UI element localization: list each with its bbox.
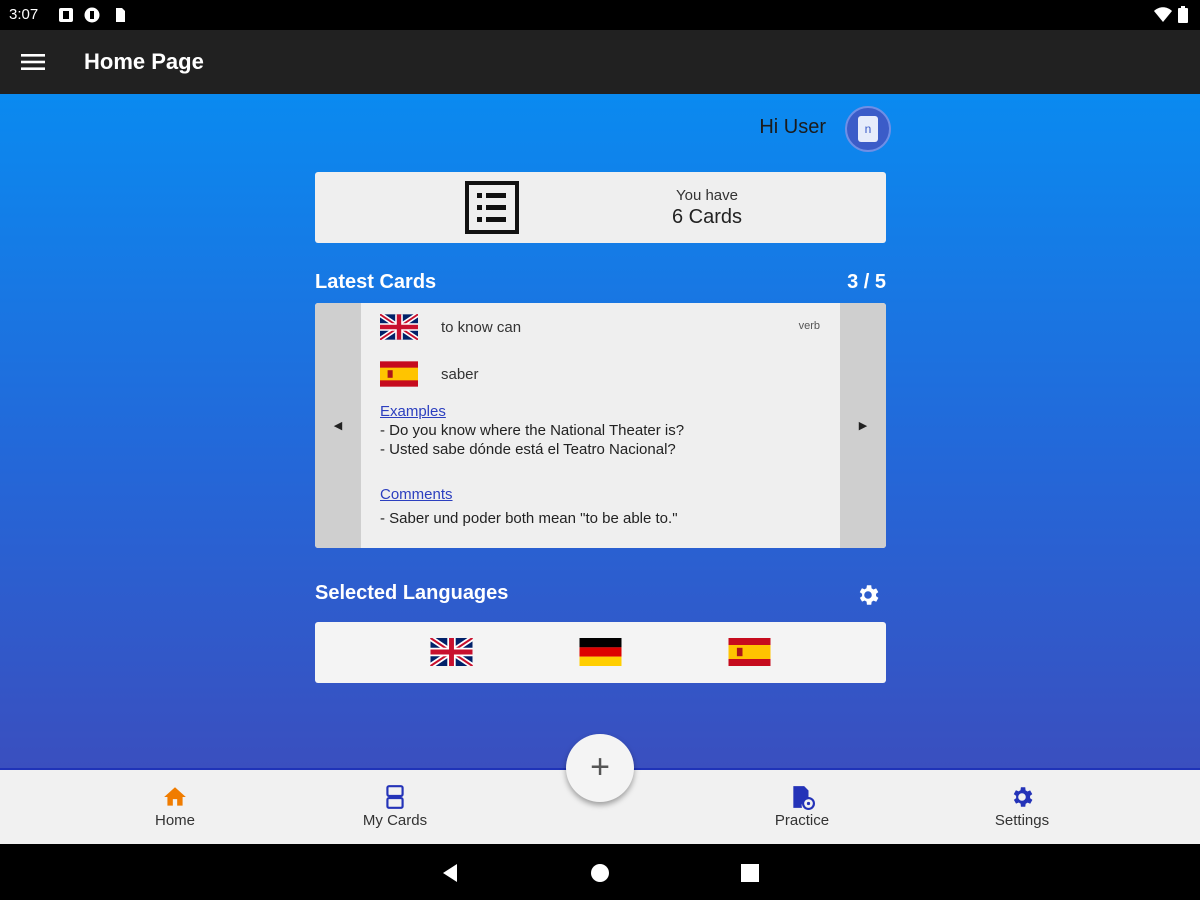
- add-card-button[interactable]: +: [566, 734, 634, 802]
- system-navigation-bar: [0, 844, 1200, 900]
- cards-icon: [386, 785, 404, 809]
- next-card-button[interactable]: ▶: [840, 303, 886, 548]
- latest-cards-page-indicator: 3 / 5: [847, 271, 886, 293]
- target-word-row: saber: [380, 361, 479, 387]
- gear-icon: [1013, 787, 1033, 807]
- main-content: Hi User n You have 6 Cards Latest Cards …: [0, 94, 1200, 768]
- status-bar: 3:07: [0, 0, 1200, 30]
- notification-icon: [59, 8, 73, 22]
- germany-flag-icon[interactable]: [579, 638, 622, 666]
- nav-home[interactable]: Home: [115, 784, 235, 829]
- practice-icon: [793, 786, 815, 810]
- user-greeting: Hi User: [759, 116, 826, 138]
- latest-cards-title: Latest Cards: [315, 271, 437, 293]
- sd-card-icon: [116, 8, 125, 22]
- spain-flag-icon[interactable]: [728, 638, 771, 666]
- previous-card-button[interactable]: ◀: [315, 303, 361, 548]
- nav-settings-label: Settings: [994, 812, 1050, 829]
- hamburger-menu-icon[interactable]: [20, 49, 46, 75]
- examples-label: Examples: [380, 403, 446, 420]
- nav-my-cards[interactable]: My Cards: [335, 784, 455, 829]
- status-time: 3:07: [9, 6, 39, 23]
- example-line: - Usted sabe dónde está el Teatro Nacion…: [380, 441, 676, 458]
- nav-settings[interactable]: Settings: [962, 784, 1082, 829]
- back-icon[interactable]: [439, 862, 461, 884]
- selected-languages-panel: [315, 622, 886, 683]
- plus-icon: +: [590, 747, 610, 786]
- example-line: - Do you know where the National Theater…: [380, 422, 685, 439]
- word-type: verb: [798, 320, 820, 332]
- card-count-value: 6 Cards: [671, 206, 743, 228]
- chevron-right-icon: ▶: [858, 420, 868, 432]
- home-circle-icon[interactable]: [589, 862, 611, 884]
- battery-icon: [1178, 6, 1188, 23]
- target-word: saber: [441, 365, 479, 383]
- uk-flag-icon[interactable]: [430, 638, 473, 666]
- wifi-icon: [1154, 6, 1172, 22]
- uk-flag-icon: [380, 314, 418, 340]
- nav-my-cards-label: My Cards: [362, 812, 428, 829]
- user-avatar-icon[interactable]: n: [845, 106, 891, 152]
- source-word-row: to know can: [380, 314, 521, 340]
- recents-icon[interactable]: [739, 862, 761, 884]
- comments-label: Comments: [380, 486, 453, 503]
- card-count-panel[interactable]: You have 6 Cards: [315, 172, 886, 243]
- page-title: Home Page: [84, 49, 204, 74]
- flashcard[interactable]: ◀ ▶ to know can verb saber Examples - Do…: [315, 303, 886, 548]
- nav-practice-label: Practice: [774, 812, 830, 829]
- comment-line: - Saber und poder both mean "to be able …: [380, 510, 678, 527]
- nav-home-label: Home: [154, 812, 195, 829]
- source-word: to know can: [441, 318, 522, 336]
- card-count-label: You have: [675, 187, 738, 204]
- chevron-left-icon: ◀: [333, 420, 343, 432]
- app-bar: Home Page: [0, 30, 1200, 94]
- home-icon: [164, 787, 186, 806]
- nav-practice[interactable]: Practice: [742, 784, 862, 829]
- gear-icon[interactable]: [855, 582, 881, 608]
- spain-flag-icon: [380, 361, 418, 387]
- selected-languages-title: Selected Languages: [315, 582, 509, 604]
- list-icon: [465, 181, 519, 234]
- app-icon: [84, 7, 100, 23]
